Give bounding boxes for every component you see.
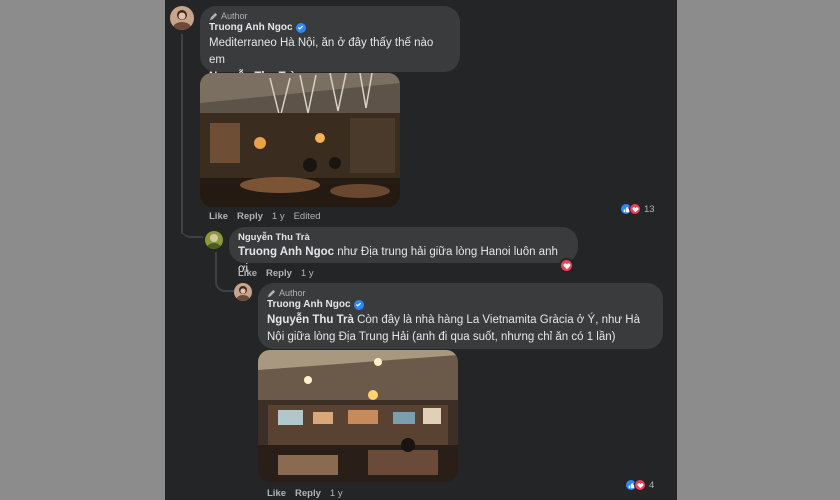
avatar-photo [205,231,223,249]
like-button[interactable]: Like [209,211,228,222]
author-tag-label: Author [279,288,306,298]
comment-bubble-1: Author Truong Anh Ngoc Mediterraneo Hà N… [200,6,460,83]
reply-button[interactable]: Reply [295,488,321,499]
timestamp[interactable]: 1 y [301,268,314,279]
comment-text: Mediterraneo Hà Nội, ăn ở đây thấy thế n… [209,37,434,66]
reply-mention[interactable]: Truong Anh Ngoc [238,246,334,258]
thread-connector [181,200,203,238]
avatar-photo [234,283,252,301]
avatar-truong-anh-ngoc[interactable] [234,283,252,301]
edited-label: Edited [293,211,321,222]
reply-bubble-2: Author Truong Anh Ngoc Nguyễn Thu Trà Cò… [258,283,663,349]
love-reaction-icon [634,479,646,491]
reply-mention[interactable]: Nguyễn Thu Trà [267,314,354,326]
reaction-summary-1[interactable]: 13 [620,203,655,215]
avatar-nguyen-thu-tra[interactable] [205,231,223,249]
comment-photo-1[interactable] [200,73,400,207]
pencil-icon [267,289,276,297]
verified-badge-icon [353,299,364,310]
timestamp[interactable]: 1 y [330,488,343,499]
reply-author-name[interactable]: Truong Anh Ngoc [267,299,654,310]
verified-badge-icon [295,22,306,33]
reply-actions-2: Like Reply 1 y [267,488,343,499]
thread-connector-nested [215,262,235,292]
love-reaction-icon[interactable] [559,258,574,273]
reply-button[interactable]: Reply [237,211,263,222]
author-tag: Author [267,288,654,298]
reaction-count: 4 [649,479,655,491]
love-reaction-icon [629,203,641,215]
comment-author-name-text[interactable]: Truong Anh Ngoc [209,22,293,33]
reply-photo-2[interactable] [258,350,458,482]
reply-text: Nguyễn Thu Trà Còn đây là nhà hàng La Vi… [267,312,654,346]
author-tag: Author [209,11,451,21]
reaction-count: 13 [644,203,655,215]
like-button[interactable]: Like [238,268,257,279]
reply-actions-1: Like Reply 1 y [238,268,314,279]
timestamp[interactable]: 1 y [272,211,285,222]
like-button[interactable]: Like [267,488,286,499]
reply-bubble-1: Nguyễn Thu Trà Truong Anh Ngoc như Địa t… [229,227,578,275]
avatar-truong-anh-ngoc[interactable] [170,6,194,30]
avatar-photo [170,6,194,30]
comment-thread-panel: Author Truong Anh Ngoc Mediterraneo Hà N… [165,0,677,500]
restaurant-interior-photo [258,350,458,482]
comment-actions-1: Like Reply 1 y Edited [209,211,321,222]
reply-author-name-text[interactable]: Truong Anh Ngoc [267,299,351,310]
restaurant-interior-photo [200,73,400,207]
comment-author-name[interactable]: Truong Anh Ngoc [209,22,451,33]
reply-author-name[interactable]: Nguyễn Thu Trà [238,232,569,243]
reply-button[interactable]: Reply [266,268,292,279]
reaction-summary-2[interactable]: 4 [625,479,654,491]
pencil-icon [209,12,218,20]
author-tag-label: Author [221,11,248,21]
